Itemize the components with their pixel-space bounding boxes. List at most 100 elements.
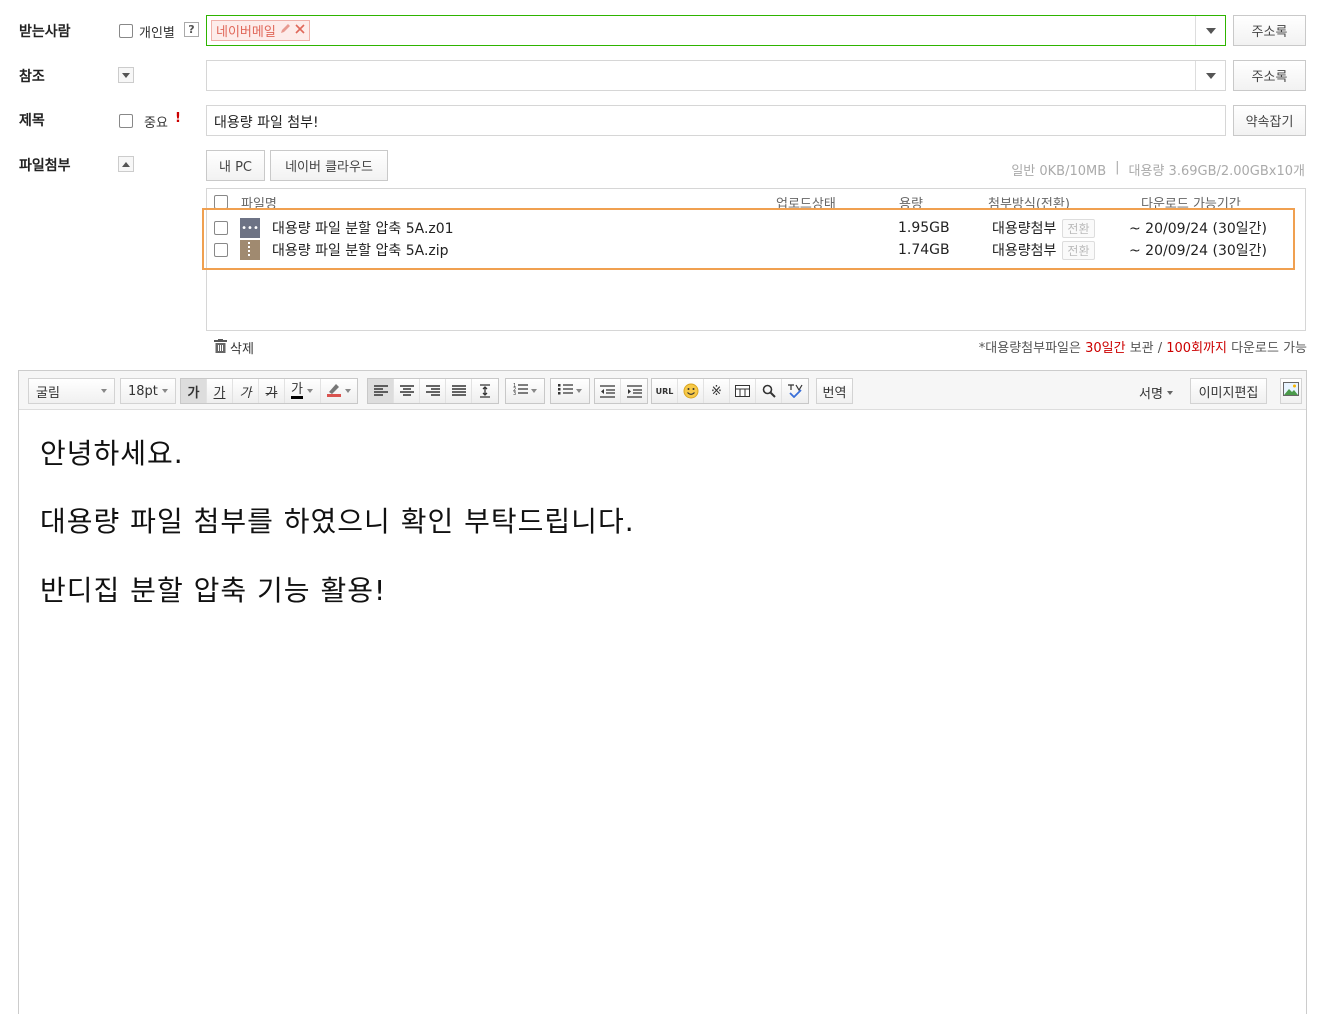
indent-icon[interactable] (621, 379, 647, 403)
close-icon[interactable] (295, 23, 305, 38)
image-edit-button[interactable]: 이미지편집 (1190, 378, 1267, 404)
outdent-icon[interactable] (595, 379, 621, 403)
search-icon[interactable] (756, 379, 782, 403)
chevron-down-icon (1166, 390, 1173, 395)
naver-cloud-button[interactable]: 네이버 클라우드 (270, 150, 388, 181)
archive-part-icon: ••• (240, 218, 260, 238)
quota-separator: | (1115, 160, 1120, 175)
special-char-icon[interactable]: ※ (704, 379, 730, 403)
italic-button[interactable]: 가 (233, 379, 259, 403)
translate-button[interactable]: 번역 (816, 378, 853, 404)
image-insert-button[interactable] (1280, 378, 1302, 404)
url-button[interactable]: URL (652, 379, 678, 403)
cc-expand-toggle[interactable] (118, 67, 134, 83)
convert-button[interactable]: 전환 (1062, 218, 1095, 238)
chevron-down-icon (1205, 27, 1216, 34)
file-period: ~ 20/09/24 (30일간) (1129, 221, 1268, 237)
help-icon[interactable]: ? (184, 22, 199, 37)
cc-dropdown-button[interactable] (1195, 61, 1225, 90)
emoticon-icon[interactable] (678, 379, 704, 403)
chevron-down-icon (101, 389, 107, 393)
line-height-icon[interactable] (472, 379, 498, 403)
font-color-button[interactable]: 가 (285, 379, 321, 403)
font-size-select[interactable]: 18pt (120, 378, 176, 404)
file-period: ~ 20/09/24 (30일간) (1129, 243, 1268, 259)
body-line[interactable]: 반디집 분할 압축 기능 활용! (40, 569, 386, 609)
table-icon[interactable] (730, 379, 756, 403)
file-row[interactable]: 대용량 파일 분할 압축 5A.zip (214, 240, 449, 260)
chevron-up-icon (122, 161, 130, 167)
chevron-down-icon (345, 389, 351, 393)
cc-address-book-button[interactable]: 주소록 (1233, 60, 1306, 91)
pencil-icon[interactable] (280, 23, 291, 38)
select-all-checkbox[interactable] (214, 195, 228, 209)
individual-checkbox[interactable] (119, 24, 133, 38)
underline-button[interactable]: 가 (207, 379, 233, 403)
unordered-list-button[interactable] (551, 379, 589, 403)
indent-group (594, 378, 648, 404)
recipient-chip[interactable]: 네이버메일 (211, 20, 310, 41)
recipient-dropdown-button[interactable] (1195, 16, 1225, 45)
bullet-list-icon (558, 382, 573, 400)
unordered-list-group (550, 378, 590, 404)
individual-label: 개인별 (139, 26, 175, 41)
file-size: 1.74GB (898, 242, 950, 258)
my-pc-button[interactable]: 내 PC (206, 150, 265, 181)
font-select[interactable]: 굴림 (28, 378, 115, 404)
editor (18, 370, 1307, 1014)
font-select-value: 굴림 (36, 385, 60, 401)
highlight-color-button[interactable] (321, 379, 357, 403)
subject-input[interactable]: 대용량 파일 첨부! (206, 105, 1226, 136)
signature-button[interactable]: 서명 (1139, 383, 1173, 402)
signature-label: 서명 (1139, 387, 1163, 402)
chevron-down-icon (122, 72, 130, 78)
file-method-label: 대용량첨부 (992, 221, 1057, 237)
important-mark: ! (175, 111, 181, 126)
align-justify-icon[interactable] (446, 379, 472, 403)
recipient-input[interactable]: 네이버메일 (206, 15, 1226, 46)
insert-group: URL ※ (651, 378, 809, 404)
font-size-value: 18pt (128, 383, 158, 399)
delete-button[interactable]: 삭제 (214, 338, 254, 357)
trash-icon (214, 338, 227, 357)
ordered-list-button[interactable]: 123 (506, 379, 544, 403)
file-size: 1.95GB (898, 220, 950, 236)
chevron-down-icon (306, 389, 313, 393)
notice-count: 100회까지 (1166, 341, 1227, 356)
file-name: 대용량 파일 분할 압축 5A.z01 (272, 221, 454, 237)
font-color-label: 가 (291, 382, 303, 399)
quota-info: 일반 0KB/10MB | 대용량 3.69GB/2.00GBx10개 (1011, 160, 1305, 179)
quota-large: 대용량 3.69GB/2.00GBx10개 (1128, 164, 1305, 179)
cc-input[interactable] (206, 60, 1226, 91)
quota-normal: 일반 0KB/10MB (1011, 164, 1107, 179)
file-checkbox[interactable] (214, 243, 228, 257)
file-name: 대용량 파일 분할 압축 5A.zip (272, 243, 449, 259)
spellcheck-icon[interactable] (782, 379, 808, 403)
zip-file-icon (240, 240, 260, 260)
align-right-icon[interactable] (420, 379, 446, 403)
file-checkbox[interactable] (214, 221, 228, 235)
recipient-address-book-button[interactable]: 주소록 (1233, 15, 1306, 46)
chevron-down-icon (162, 389, 168, 393)
large-file-notice: *대용량첨부파일은 30일간 보관 / 100회까지 다운로드 가능 (979, 337, 1307, 356)
attachment-label: 파일첨부 (19, 158, 71, 174)
reserve-button[interactable]: 약속잡기 (1233, 105, 1306, 136)
bold-button[interactable]: 가 (181, 379, 207, 403)
attachment-collapse-toggle[interactable] (118, 156, 134, 172)
chevron-down-icon (1205, 72, 1216, 79)
convert-button[interactable]: 전환 (1062, 240, 1095, 260)
align-left-icon[interactable] (368, 379, 394, 403)
body-line[interactable]: 안녕하세요. (40, 432, 184, 472)
file-method-label: 대용량첨부 (992, 243, 1057, 259)
body-line[interactable]: 대용량 파일 첨부를 하였으니 확인 부탁드립니다. (40, 500, 635, 540)
chevron-down-icon (531, 389, 537, 393)
file-row[interactable]: ••• 대용량 파일 분할 압축 5A.z01 (214, 218, 454, 238)
strikethrough-button[interactable]: 가 (259, 379, 285, 403)
subject-label: 제목 (19, 113, 45, 129)
align-center-icon[interactable] (394, 379, 420, 403)
important-label: 중요 (144, 116, 168, 131)
important-checkbox[interactable] (119, 114, 133, 128)
file-method: 대용량첨부 전환 (992, 240, 1095, 260)
recipient-chip-text: 네이버메일 (216, 25, 276, 40)
delete-label: 삭제 (230, 342, 254, 357)
